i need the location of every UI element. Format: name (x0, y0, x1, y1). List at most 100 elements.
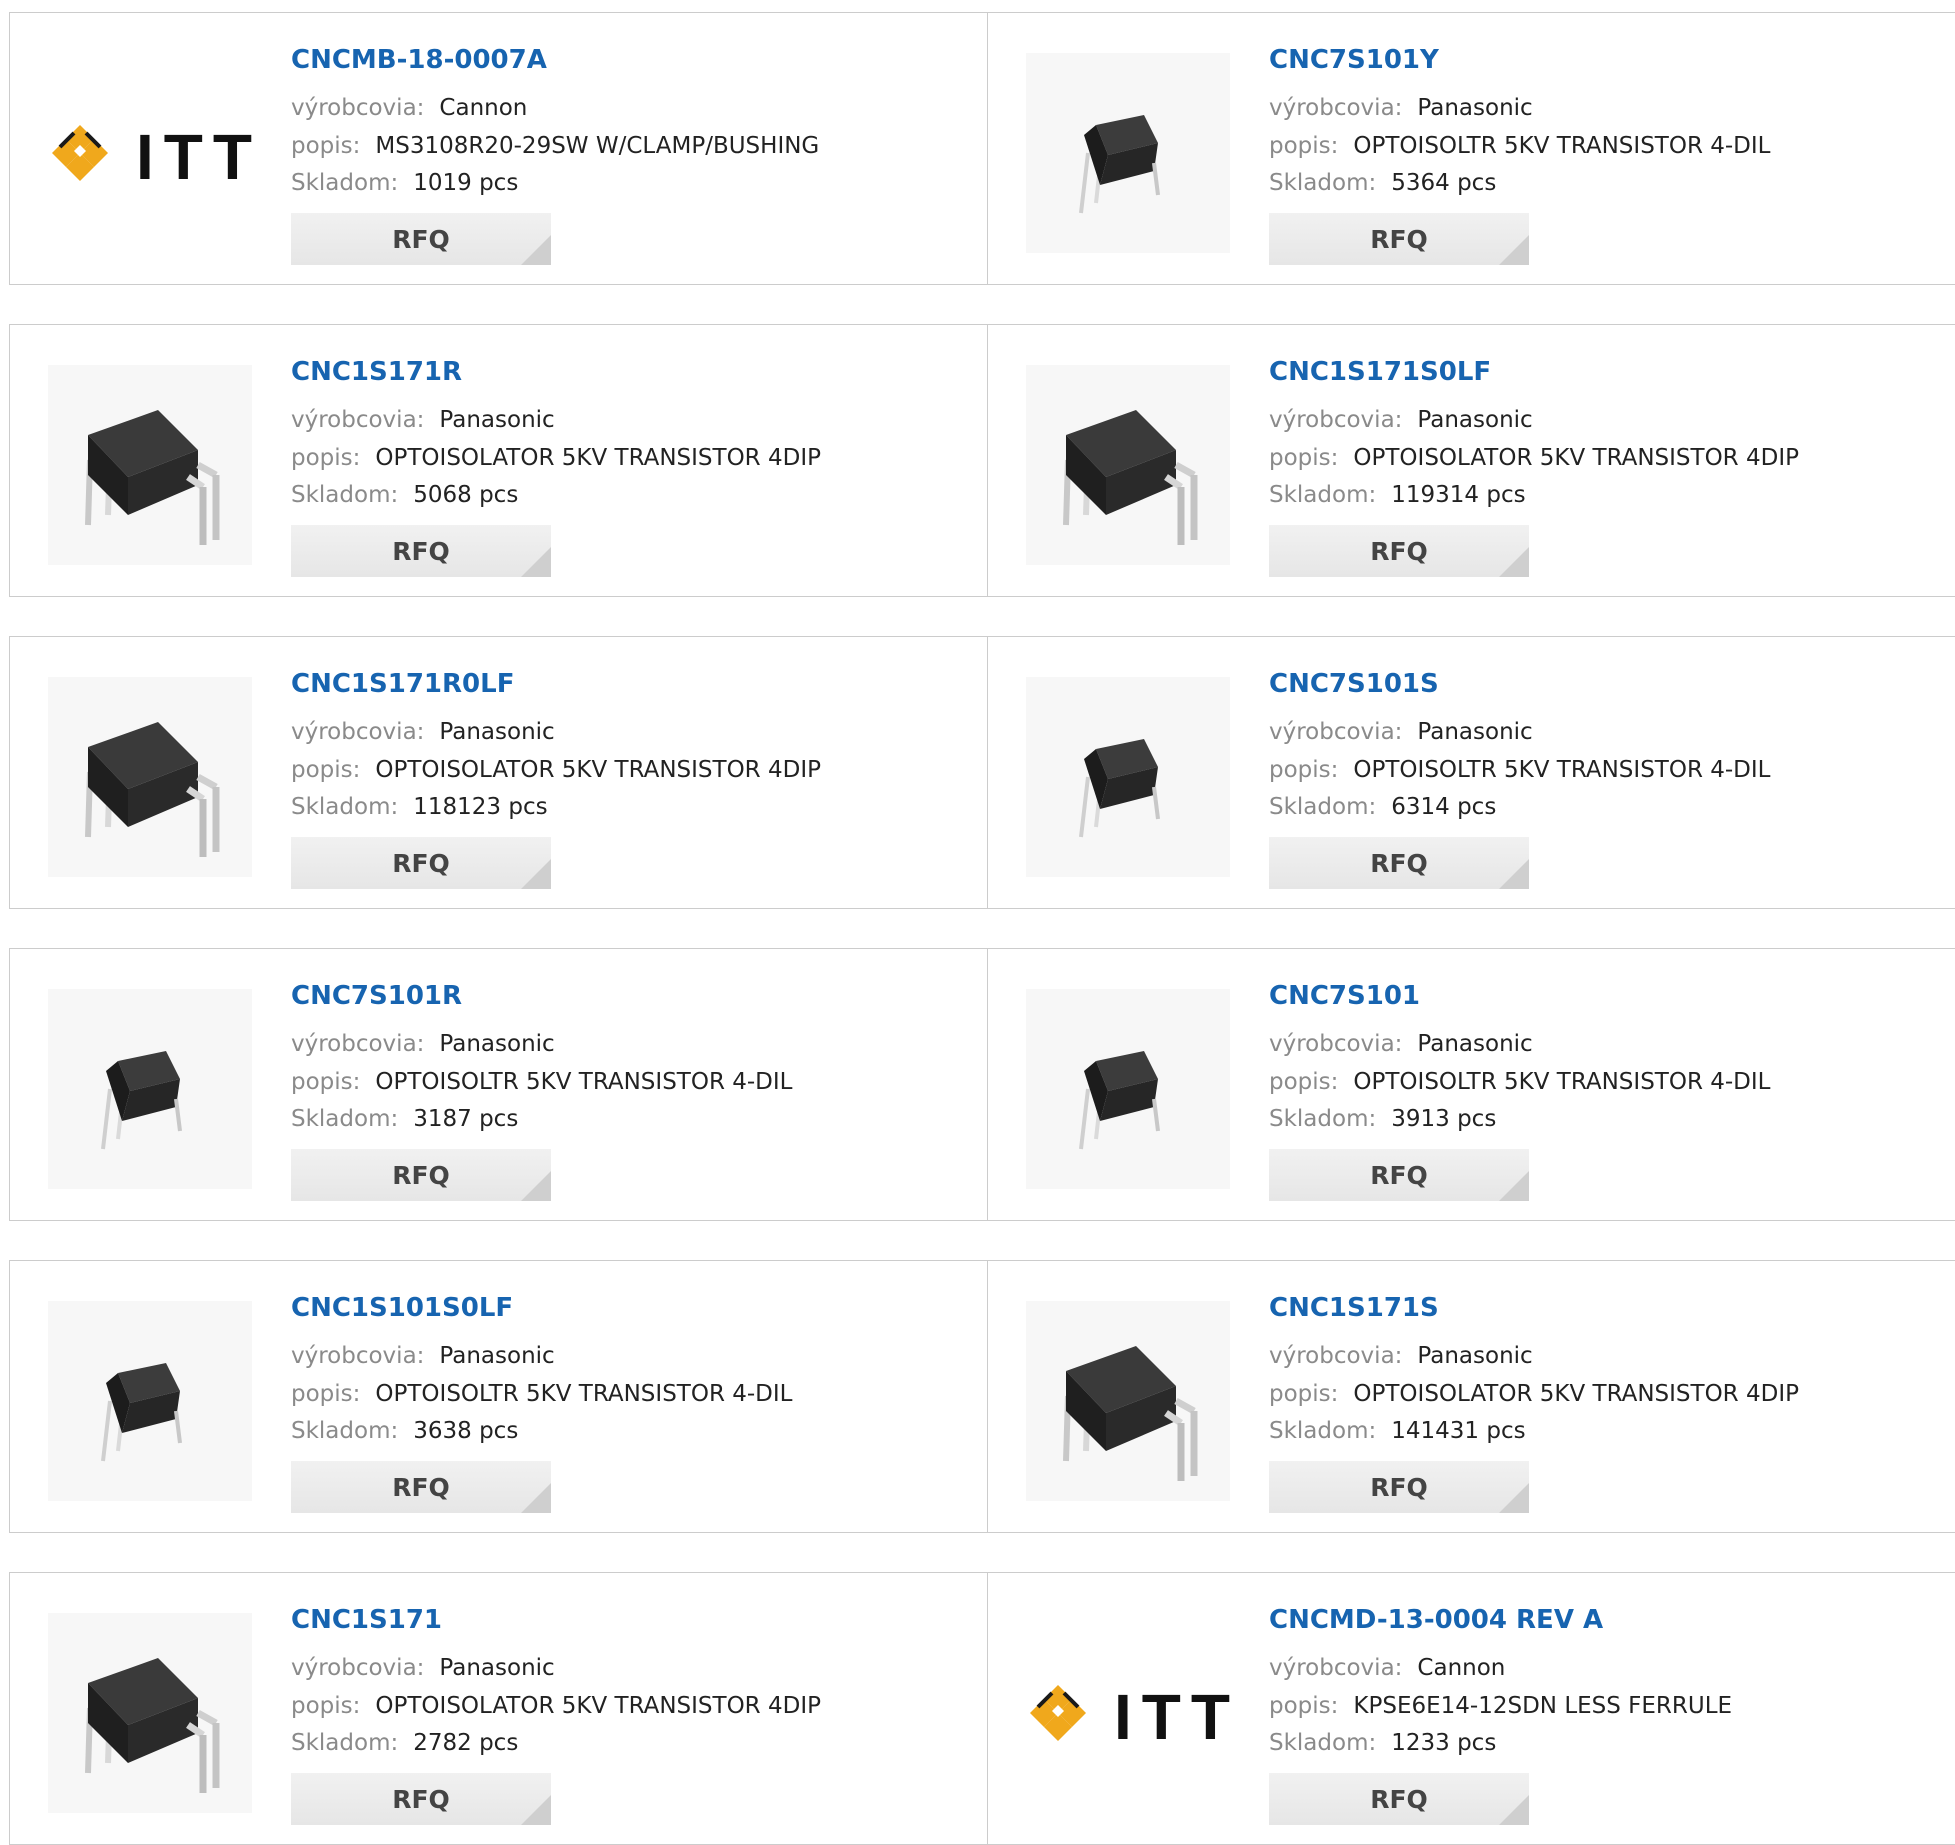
description-row: popis: OPTOISOLATOR 5KV TRANSISTOR 4DIP (291, 445, 821, 471)
rfq-button[interactable]: RFQ (1269, 1773, 1529, 1825)
manufacturer-row: výrobcovia: Panasonic (1269, 95, 1533, 121)
manufacturer-label: výrobcovia: (1269, 95, 1403, 121)
product-image[interactable] (1026, 1301, 1230, 1501)
description-row: popis: OPTOISOLATOR 5KV TRANSISTOR 4DIP (291, 1693, 821, 1719)
description-value: OPTOISOLTR 5KV TRANSISTOR 4-DIL (375, 1069, 793, 1095)
corner-triangle-icon (1499, 235, 1529, 265)
description-label: popis: (291, 1381, 361, 1407)
rfq-label: RFQ (392, 224, 450, 254)
manufacturer-value: Panasonic (439, 1031, 555, 1057)
rfq-button[interactable]: RFQ (1269, 213, 1529, 265)
product-card: CNC1S171S0LF výrobcovia: Panasonic popis:… (988, 325, 1955, 596)
manufacturer-label: výrobcovia: (291, 1031, 425, 1057)
description-value: OPTOISOLATOR 5KV TRANSISTOR 4DIP (1353, 445, 1799, 471)
stock-value: 2782 pcs (413, 1730, 519, 1756)
rfq-button[interactable]: RFQ (291, 837, 551, 889)
part-number-link[interactable]: CNC1S171S (1269, 1293, 1439, 1323)
product-image[interactable]: ITT (1026, 1613, 1230, 1813)
rfq-button[interactable]: RFQ (291, 1149, 551, 1201)
stock-row: Skladom: 118123 pcs (291, 794, 548, 820)
product-row: CNC1S171R0LF výrobcovia: Panasonic popis:… (9, 636, 1955, 909)
stock-row: Skladom: 3913 pcs (1269, 1106, 1496, 1132)
stock-value: 119314 pcs (1391, 482, 1526, 508)
stock-label: Skladom: (1269, 1418, 1377, 1444)
product-row: CNC1S171 výrobcovia: Panasonic popis: OPTO… (9, 1572, 1955, 1845)
svg-text:ITT: ITT (136, 121, 252, 193)
part-number-link[interactable]: CNC1S101S0LF (291, 1293, 513, 1323)
stock-label: Skladom: (1269, 482, 1377, 508)
manufacturer-row: výrobcovia: Panasonic (291, 1031, 555, 1057)
manufacturer-row: výrobcovia: Cannon (1269, 1655, 1505, 1681)
manufacturer-row: výrobcovia: Panasonic (1269, 719, 1533, 745)
product-image[interactable] (1026, 365, 1230, 565)
manufacturer-value: Panasonic (1417, 95, 1533, 121)
manufacturer-label: výrobcovia: (1269, 407, 1403, 433)
stock-label: Skladom: (291, 1106, 399, 1132)
stock-value: 6314 pcs (1391, 794, 1497, 820)
rfq-button[interactable]: RFQ (1269, 1149, 1529, 1201)
part-number-link[interactable]: CNCMB-18-0007A (291, 45, 547, 75)
manufacturer-row: výrobcovia: Panasonic (291, 1343, 555, 1369)
part-number-link[interactable]: CNC1S171 (291, 1605, 442, 1635)
manufacturer-row: výrobcovia: Panasonic (1269, 1343, 1533, 1369)
stock-value: 5364 pcs (1391, 170, 1497, 196)
stock-value: 118123 pcs (413, 794, 548, 820)
product-image[interactable] (1026, 677, 1230, 877)
product-card: CNC7S101 výrobcovia: Panasonic popis: OPTO… (988, 949, 1955, 1220)
stock-label: Skladom: (291, 170, 399, 196)
stock-value: 5068 pcs (413, 482, 519, 508)
product-image[interactable]: ITT (48, 53, 252, 253)
part-number-link[interactable]: CNC1S171R (291, 357, 462, 387)
rfq-label: RFQ (1370, 1472, 1428, 1502)
part-number-link[interactable]: CNC1S171S0LF (1269, 357, 1491, 387)
rfq-button[interactable]: RFQ (291, 1773, 551, 1825)
description-label: popis: (1269, 445, 1339, 471)
product-image[interactable] (1026, 989, 1230, 1189)
part-number-link[interactable]: CNCMD-13-0004 REV A (1269, 1605, 1603, 1635)
corner-triangle-icon (1499, 1483, 1529, 1513)
rfq-label: RFQ (392, 1160, 450, 1190)
corner-triangle-icon (521, 1795, 551, 1825)
stock-row: Skladom: 119314 pcs (1269, 482, 1526, 508)
rfq-button[interactable]: RFQ (291, 525, 551, 577)
rfq-button[interactable]: RFQ (1269, 525, 1529, 577)
product-image[interactable] (48, 1301, 252, 1501)
description-value: MS3108R20-29SW W/CLAMP/BUSHING (375, 133, 820, 159)
stock-row: Skladom: 1233 pcs (1269, 1730, 1496, 1756)
part-number-link[interactable]: CNC7S101Y (1269, 45, 1439, 75)
rfq-button[interactable]: RFQ (1269, 1461, 1529, 1513)
stock-label: Skladom: (291, 1418, 399, 1444)
product-image[interactable] (48, 677, 252, 877)
rfq-button[interactable]: RFQ (291, 213, 551, 265)
product-image[interactable] (48, 365, 252, 565)
product-image[interactable] (48, 989, 252, 1189)
manufacturer-row: výrobcovia: Panasonic (291, 719, 555, 745)
description-value: KPSE6E14-12SDN LESS FERRULE (1353, 1693, 1733, 1719)
rfq-button[interactable]: RFQ (1269, 837, 1529, 889)
product-image[interactable] (48, 1613, 252, 1813)
description-row: popis: OPTOISOLTR 5KV TRANSISTOR 4-DIL (1269, 133, 1770, 159)
corner-triangle-icon (521, 547, 551, 577)
description-label: popis: (1269, 1693, 1339, 1719)
product-card: CNC1S171R výrobcovia: Panasonic popis: OPT… (10, 325, 988, 596)
rfq-button[interactable]: RFQ (291, 1461, 551, 1513)
part-number-link[interactable]: CNC7S101R (291, 981, 462, 1011)
stock-label: Skladom: (291, 794, 399, 820)
product-card: CNC1S101S0LF výrobcovia: Panasonic popis:… (10, 1261, 988, 1532)
part-number-link[interactable]: CNC7S101S (1269, 669, 1439, 699)
corner-triangle-icon (521, 1171, 551, 1201)
manufacturer-label: výrobcovia: (1269, 1031, 1403, 1057)
manufacturer-value: Panasonic (1417, 407, 1533, 433)
product-card: ITT CNCMD-13-0004 REV A výrobcovia: Canno… (988, 1573, 1955, 1844)
manufacturer-label: výrobcovia: (1269, 1343, 1403, 1369)
product-card: CNC1S171S výrobcovia: Panasonic popis: OPT… (988, 1261, 1955, 1532)
description-label: popis: (291, 445, 361, 471)
description-row: popis: OPTOISOLTR 5KV TRANSISTOR 4-DIL (291, 1381, 792, 1407)
part-number-link[interactable]: CNC7S101 (1269, 981, 1420, 1011)
corner-triangle-icon (521, 1483, 551, 1513)
manufacturer-label: výrobcovia: (291, 1655, 425, 1681)
description-value: OPTOISOLTR 5KV TRANSISTOR 4-DIL (375, 1381, 793, 1407)
product-image[interactable] (1026, 53, 1230, 253)
part-number-link[interactable]: CNC1S171R0LF (291, 669, 514, 699)
description-label: popis: (1269, 133, 1339, 159)
